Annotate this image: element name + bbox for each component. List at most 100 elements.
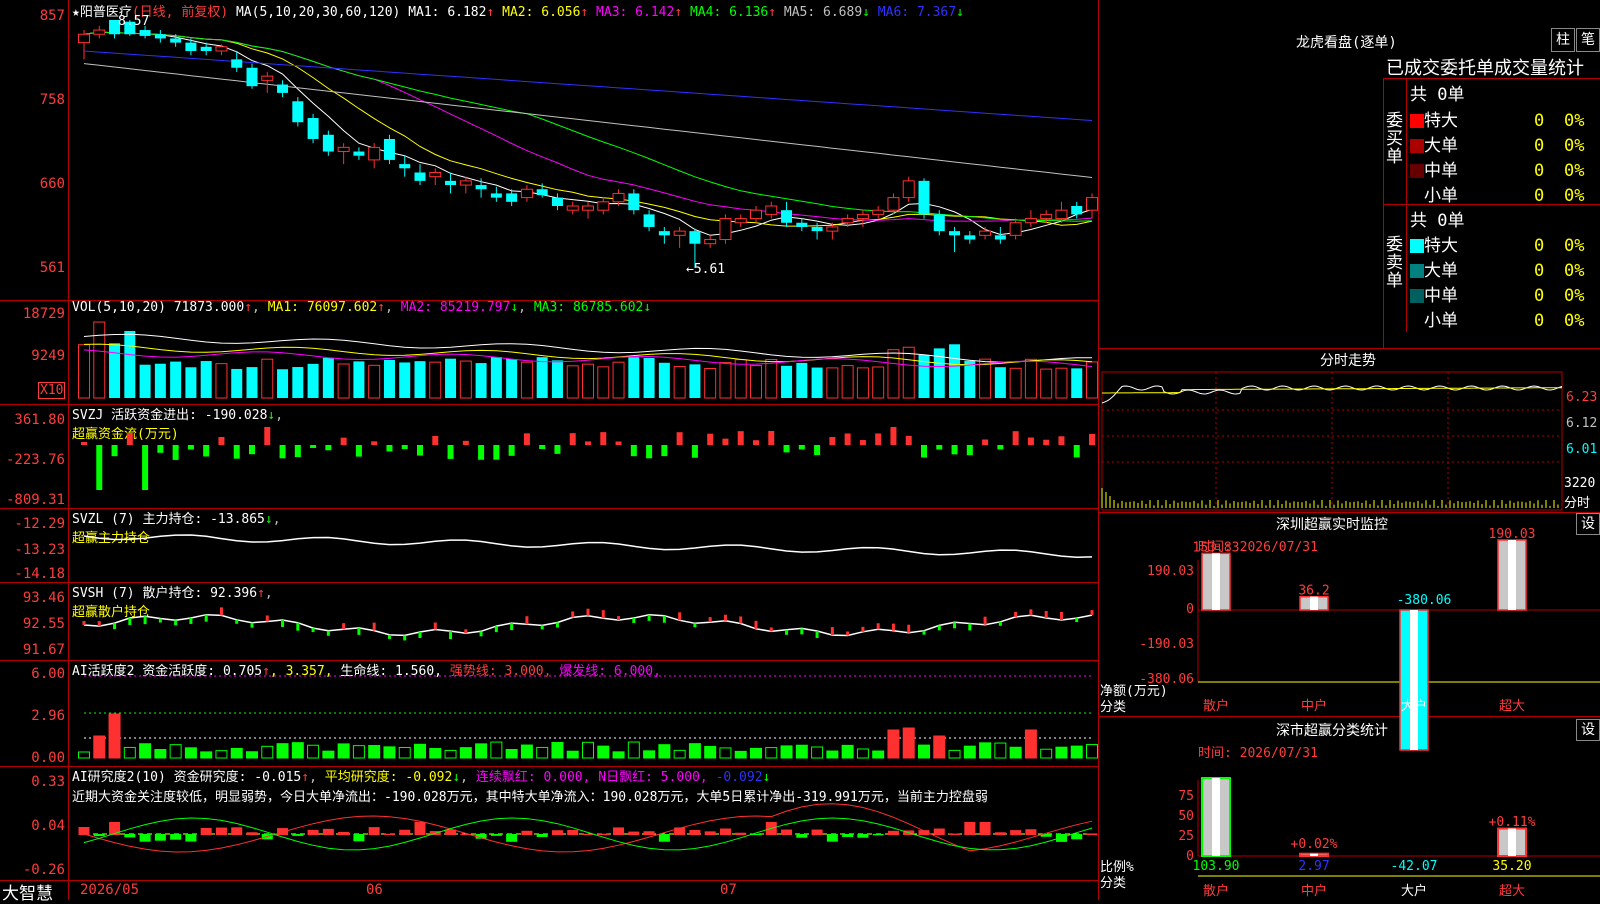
candle-body (185, 42, 197, 51)
research-bar (567, 829, 579, 835)
monitor-title: 深圳超赢实时监控 (1276, 517, 1388, 533)
volume-bar (872, 366, 885, 399)
retail-bar (281, 619, 285, 627)
money-flow-bar (417, 445, 423, 456)
retail-bar (601, 610, 605, 619)
category-label: 中户 (1301, 883, 1327, 899)
retail-bar (586, 608, 590, 616)
category-label: 散户 (1203, 698, 1229, 714)
volume-bar (459, 360, 472, 399)
volume-bar (170, 361, 182, 398)
category-label: 超大 (1499, 884, 1525, 899)
money-flow-bar (615, 441, 622, 445)
research-bar (964, 822, 976, 835)
research-bar (124, 834, 136, 838)
ma-line (83, 63, 1093, 178)
y-tick-label: 50 (1178, 809, 1194, 824)
order-count: 0 (1534, 286, 1545, 306)
research-bar (368, 827, 380, 835)
volume-bar (185, 367, 197, 398)
research-bar (170, 834, 182, 840)
divider (1098, 348, 1600, 349)
money-flow-bar (707, 433, 714, 445)
activity-bar (246, 751, 258, 759)
candle-body (719, 218, 732, 241)
retail-bar (158, 618, 162, 623)
retail-bar (891, 623, 895, 631)
volume-bar (994, 367, 1006, 398)
activity-bar (612, 751, 625, 759)
money-flow-bar (355, 445, 362, 457)
category-label: 大户 (1401, 883, 1427, 899)
retail-bar (204, 614, 208, 622)
bar-mode-button[interactable]: 柱 (1551, 28, 1575, 52)
money-flow-bar (233, 445, 240, 459)
activity-bar (536, 746, 549, 759)
net-bar (1299, 595, 1329, 611)
research-bar (872, 834, 884, 836)
ratio-bar-highlight (1212, 778, 1220, 856)
buy-side-label: 委买单 (1386, 111, 1403, 167)
retail-bar (555, 622, 559, 628)
retail-bar (571, 611, 575, 618)
retail-bar (540, 625, 544, 630)
order-label: 特大 (1424, 111, 1458, 131)
activity-bar (139, 743, 152, 759)
candle-body (933, 214, 945, 232)
volume-bar (658, 362, 670, 398)
research-bar (979, 822, 991, 835)
retail-bar (418, 631, 422, 638)
money-flow-bar (585, 441, 591, 445)
activity-bar (322, 750, 335, 759)
monitor-settings-button[interactable]: 设 (1576, 513, 1600, 535)
volume-bar (231, 368, 243, 398)
order-row: 中单 0 0% (1410, 281, 1600, 306)
divider (1098, 0, 1099, 900)
candle-body (1009, 222, 1022, 236)
research-bar (185, 834, 197, 842)
money-flow-bar (157, 445, 164, 453)
volume-bar (200, 361, 212, 398)
activity-bar (93, 735, 106, 759)
research-bar (597, 833, 609, 835)
sell-total: 共 0单 (1410, 211, 1465, 231)
activity-bar (1009, 746, 1022, 759)
retail-bar (678, 612, 682, 621)
candle-body (826, 226, 839, 232)
retail-bar (494, 626, 498, 633)
volume-bar (1009, 367, 1022, 399)
candle-body (292, 101, 304, 123)
candle-body (170, 38, 182, 43)
money-flow-bar (523, 433, 530, 445)
retail-bar (326, 630, 330, 636)
ratio-value-label: 103.90 (1193, 859, 1240, 874)
money-flow-bar (554, 445, 561, 454)
money-flow-bar (630, 445, 637, 457)
order-label: 大单 (1424, 261, 1458, 281)
order-label: 特大 (1424, 236, 1458, 256)
retail-bar (250, 622, 254, 628)
volume-bar (949, 344, 961, 398)
classify-settings-button[interactable]: 设 (1576, 719, 1600, 741)
activity-bar (78, 751, 90, 759)
candle-body (704, 239, 717, 245)
retail-bar (1090, 610, 1094, 616)
activity-bar (276, 743, 289, 759)
candle-body (949, 231, 961, 236)
candle-body (78, 33, 90, 44)
money-flow-bar (600, 432, 607, 445)
intraday-vol-tick: 3220 (1564, 476, 1596, 491)
candle-body (399, 164, 411, 169)
money-flow-bar (982, 439, 989, 445)
activity-bar (307, 744, 320, 759)
money-flow-bar (218, 436, 225, 445)
activity-bar (582, 741, 594, 759)
research-bar (643, 831, 655, 835)
research-bar (933, 828, 945, 835)
buy-total: 共 0单 (1410, 85, 1465, 105)
intraday-vol-unit: 分时 (1564, 496, 1591, 511)
pen-mode-button[interactable]: 笔 (1576, 28, 1600, 52)
kline-chart[interactable] (0, 0, 1098, 900)
candle-body (246, 67, 258, 87)
order-percent: 0% (1564, 311, 1585, 331)
